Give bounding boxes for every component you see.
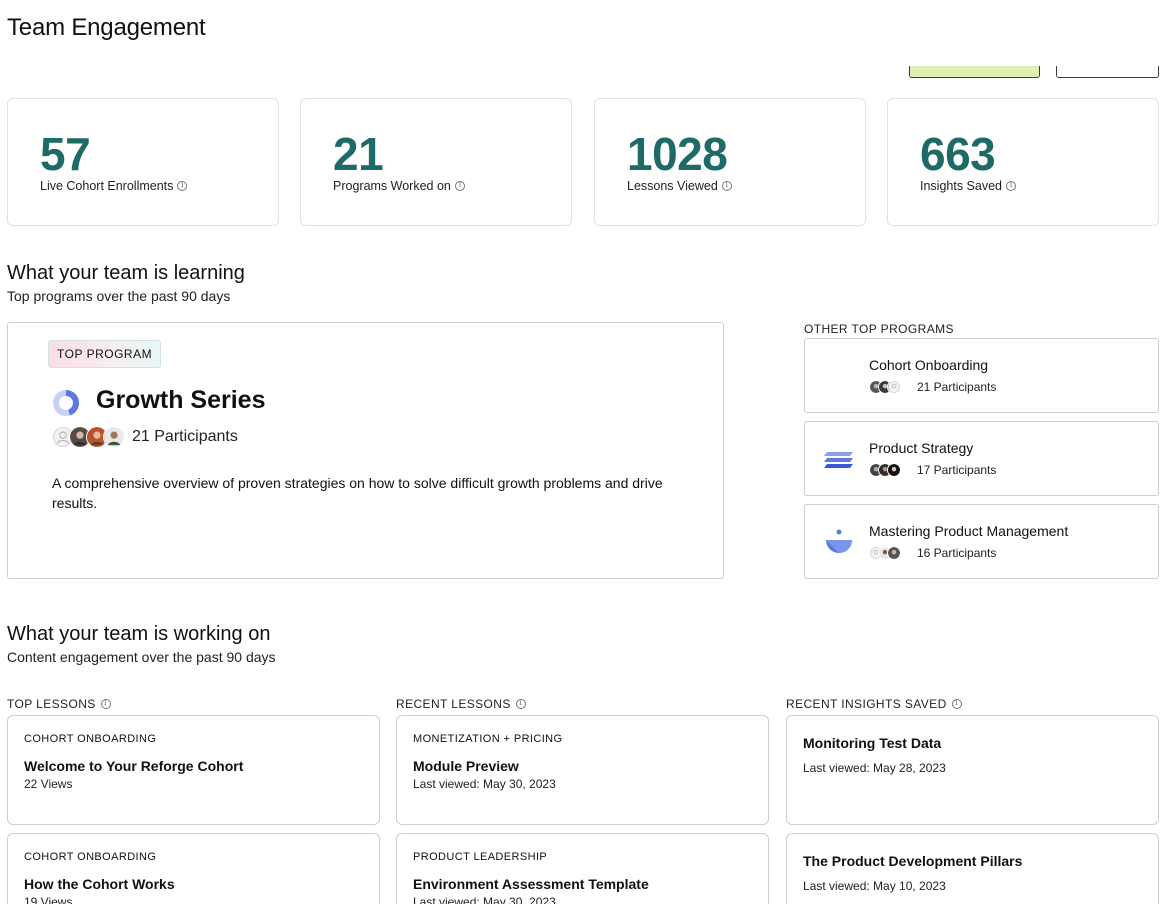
blank-icon bbox=[823, 361, 855, 391]
info-icon[interactable] bbox=[100, 698, 111, 709]
stat-label-row: Insights Saved bbox=[920, 179, 1016, 193]
stat-label: Live Cohort Enrollments bbox=[40, 179, 174, 193]
lesson-card[interactable]: COHORT ONBOARDING How the Cohort Works 1… bbox=[7, 833, 380, 904]
info-icon[interactable] bbox=[951, 698, 962, 709]
stacked-layers-icon bbox=[824, 452, 853, 468]
stat-label: Insights Saved bbox=[920, 179, 1002, 193]
card-meta: 19 Views bbox=[24, 895, 73, 904]
other-program-card[interactable]: Mastering Product Management 16 Particip… bbox=[804, 504, 1159, 579]
other-program-name: Cohort Onboarding bbox=[869, 357, 989, 373]
avatar bbox=[103, 426, 125, 448]
stat-value: 663 bbox=[920, 128, 996, 180]
card-title: Environment Assessment Template bbox=[413, 876, 649, 892]
card-category: COHORT ONBOARDING bbox=[24, 733, 157, 745]
stat-value: 57 bbox=[40, 128, 91, 180]
participant-avatars bbox=[869, 380, 901, 394]
card-title: Monitoring Test Data bbox=[803, 735, 942, 751]
lesson-card[interactable]: MONETIZATION + PRICING Module Preview La… bbox=[396, 715, 769, 825]
secondary-action-button[interactable] bbox=[1056, 66, 1159, 78]
stat-value: 1028 bbox=[627, 128, 728, 180]
working-section-subtitle: Content engagement over the past 90 days bbox=[7, 649, 276, 665]
page-title: Team Engagement bbox=[7, 14, 206, 41]
top-program-badge: TOP PROGRAM bbox=[48, 340, 162, 368]
other-program-card[interactable]: Cohort Onboarding 21 Participants bbox=[804, 338, 1159, 413]
card-meta: 22 Views bbox=[24, 777, 73, 791]
other-program-participants: 17 Participants bbox=[917, 463, 997, 477]
card-meta: Last viewed: May 10, 2023 bbox=[803, 879, 946, 893]
lesson-card[interactable]: COHORT ONBOARDING Welcome to Your Reforg… bbox=[7, 715, 380, 825]
card-meta: Last viewed: May 28, 2023 bbox=[803, 761, 946, 775]
info-icon[interactable] bbox=[515, 698, 526, 709]
info-icon[interactable] bbox=[1006, 180, 1016, 191]
card-category: PRODUCT LEADERSHIP bbox=[413, 851, 548, 863]
avatar bbox=[887, 546, 901, 560]
top-program-participants: 21 Participants bbox=[132, 428, 238, 445]
card-meta: Last viewed: May 30, 2023 bbox=[413, 777, 556, 791]
stat-label-row: Programs Worked on bbox=[333, 179, 465, 193]
dot-bowl-icon bbox=[826, 529, 852, 553]
column-heading-label: RECENT LESSONS bbox=[396, 697, 511, 711]
other-program-participants: 21 Participants bbox=[917, 380, 997, 394]
insight-card[interactable]: Monitoring Test Data Last viewed: May 28… bbox=[786, 715, 1159, 825]
card-meta: Last viewed: May 30, 2023 bbox=[413, 895, 556, 904]
stat-card-lessons: 1028 Lessons Viewed bbox=[594, 98, 866, 226]
card-title: The Product Development Pillars bbox=[803, 853, 1023, 869]
stat-card-insights: 663 Insights Saved bbox=[887, 98, 1159, 226]
stat-card-enrollments: 57 Live Cohort Enrollments bbox=[7, 98, 279, 226]
other-program-card[interactable]: Product Strategy 17 Participants bbox=[804, 421, 1159, 496]
participant-avatars bbox=[869, 546, 901, 560]
stat-label: Programs Worked on bbox=[333, 179, 451, 193]
card-title: Welcome to Your Reforge Cohort bbox=[24, 758, 244, 774]
top-program-card[interactable]: TOP PROGRAM Growth Series 21 Participant… bbox=[7, 322, 724, 579]
lesson-card[interactable]: PRODUCT LEADERSHIP Environment Assessmen… bbox=[396, 833, 769, 904]
card-title: Module Preview bbox=[413, 758, 519, 774]
stat-value: 21 bbox=[333, 128, 384, 180]
donut-chart-icon bbox=[53, 390, 79, 416]
info-icon[interactable] bbox=[454, 180, 465, 191]
stat-card-programs: 21 Programs Worked on bbox=[300, 98, 572, 226]
learning-section-subtitle: Top programs over the past 90 days bbox=[7, 288, 231, 304]
avatar bbox=[887, 463, 901, 477]
top-lessons-heading: TOP LESSONS bbox=[7, 697, 111, 711]
card-title: How the Cohort Works bbox=[24, 876, 175, 892]
avatar bbox=[887, 380, 901, 394]
recent-lessons-heading: RECENT LESSONS bbox=[396, 697, 526, 711]
info-icon[interactable] bbox=[177, 180, 188, 191]
stat-label-row: Live Cohort Enrollments bbox=[40, 179, 188, 193]
other-program-name: Mastering Product Management bbox=[869, 523, 1069, 539]
stat-label: Lessons Viewed bbox=[627, 179, 718, 193]
card-category: MONETIZATION + PRICING bbox=[413, 733, 563, 745]
other-program-participants: 16 Participants bbox=[917, 546, 997, 560]
info-icon[interactable] bbox=[721, 180, 732, 191]
stat-label-row: Lessons Viewed bbox=[627, 179, 732, 193]
primary-action-button[interactable] bbox=[909, 66, 1040, 78]
learning-section-title: What your team is learning bbox=[7, 262, 245, 284]
column-heading-label: TOP LESSONS bbox=[7, 697, 96, 711]
participant-avatars bbox=[869, 463, 901, 477]
top-program-description: A comprehensive overview of proven strat… bbox=[52, 475, 663, 511]
participant-avatars bbox=[52, 426, 125, 448]
card-category: COHORT ONBOARDING bbox=[24, 851, 157, 863]
recent-insights-heading: RECENT INSIGHTS SAVED bbox=[786, 697, 962, 711]
column-heading-label: RECENT INSIGHTS SAVED bbox=[786, 697, 947, 711]
top-program-name: Growth Series bbox=[96, 386, 266, 414]
other-programs-heading: OTHER TOP PROGRAMS bbox=[804, 322, 954, 336]
working-section-title: What your team is working on bbox=[7, 623, 271, 645]
insight-card[interactable]: The Product Development Pillars Last vie… bbox=[786, 833, 1159, 904]
other-program-name: Product Strategy bbox=[869, 440, 974, 456]
